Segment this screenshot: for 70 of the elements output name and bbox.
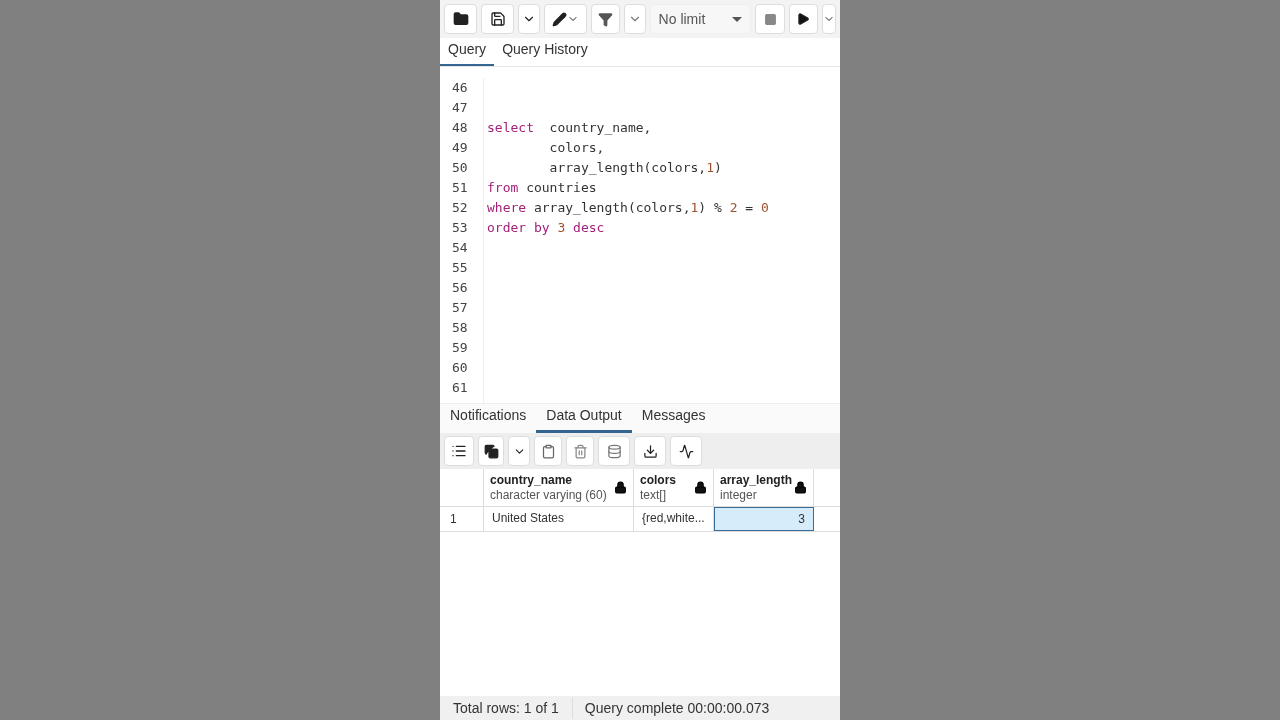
dropdown-arrow-icon xyxy=(732,16,743,22)
column-header[interactable]: colors text[] xyxy=(634,469,714,506)
folder-icon xyxy=(452,11,469,27)
line-number: 46 xyxy=(451,79,469,97)
line-number: 59 xyxy=(451,339,469,357)
code-line: select country_name, xyxy=(487,120,652,135)
pencil-icon xyxy=(551,11,567,27)
limit-dropdown[interactable]: No limit xyxy=(649,4,752,34)
column-header[interactable]: country_name character varying (60) xyxy=(484,469,634,506)
line-number: 49 xyxy=(451,139,469,157)
column-name: colors xyxy=(640,472,676,488)
graph-button[interactable] xyxy=(670,436,702,466)
delete-button[interactable] xyxy=(566,436,594,466)
code-line: from countries xyxy=(487,180,597,195)
output-tab[interactable]: Notifications xyxy=(440,405,537,433)
line-number: 54 xyxy=(451,239,469,257)
save-button[interactable] xyxy=(481,4,515,34)
lock-icon xyxy=(614,481,627,494)
code-line: array_length(colors,1) xyxy=(548,160,722,175)
paste-button[interactable] xyxy=(534,436,562,466)
trash-icon xyxy=(572,443,588,459)
add-row-button[interactable] xyxy=(444,436,474,466)
filter-button[interactable] xyxy=(590,4,621,34)
line-number: 56 xyxy=(451,279,469,297)
column-type: text[] xyxy=(640,487,667,503)
line-number: 53 xyxy=(451,219,469,237)
filter-icon xyxy=(597,11,613,27)
line-number: 51 xyxy=(451,179,469,197)
line-number: 47 xyxy=(451,99,469,117)
output-tab[interactable]: Messages xyxy=(631,405,716,433)
row-count: Total rows: 1 of 1 xyxy=(440,697,573,719)
save-icon xyxy=(489,11,506,27)
save-options-button[interactable] xyxy=(518,4,540,34)
editor-tab[interactable]: Query xyxy=(440,39,495,66)
row-number: 1 xyxy=(440,507,484,531)
line-number: 58 xyxy=(451,319,469,337)
line-number: 57 xyxy=(451,299,469,317)
column-name: array_length xyxy=(720,472,793,488)
download-icon xyxy=(642,443,658,459)
execute-button[interactable] xyxy=(788,4,819,34)
copy-button[interactable] xyxy=(478,436,504,466)
clipboard-icon xyxy=(540,443,556,459)
column-type: integer xyxy=(720,487,758,503)
line-number: 60 xyxy=(451,359,469,377)
download-button[interactable] xyxy=(634,436,666,466)
editor-tab[interactable]: Query History xyxy=(494,39,596,66)
code-line: where array_length(colors,1) % 2 = 0 xyxy=(487,200,769,215)
table-cell[interactable]: 3 xyxy=(714,507,814,531)
lock-icon xyxy=(794,481,807,494)
line-number: 50 xyxy=(451,159,469,177)
add-row-icon xyxy=(451,443,467,459)
column-type: character varying (60) xyxy=(490,487,607,503)
code-line: order by 3 desc xyxy=(487,220,605,235)
table-cell[interactable]: United States xyxy=(484,507,634,531)
open-folder-button[interactable] xyxy=(444,4,478,34)
line-number: 48 xyxy=(451,119,469,137)
line-number: 52 xyxy=(451,199,469,217)
query-status: Query complete 00:00:00.073 xyxy=(583,698,771,718)
code-line: colors, xyxy=(548,140,605,155)
edit-button[interactable] xyxy=(543,4,587,34)
copy-icon xyxy=(483,443,499,459)
column-header[interactable]: array_length integer xyxy=(714,469,814,506)
line-number: 61 xyxy=(451,379,469,397)
play-icon xyxy=(796,12,811,26)
column-name: country_name xyxy=(490,472,574,488)
save-data-button[interactable] xyxy=(598,436,630,466)
stop-icon xyxy=(763,12,777,26)
line-number: 55 xyxy=(451,259,469,277)
database-icon xyxy=(606,443,622,459)
lock-icon xyxy=(694,481,707,494)
